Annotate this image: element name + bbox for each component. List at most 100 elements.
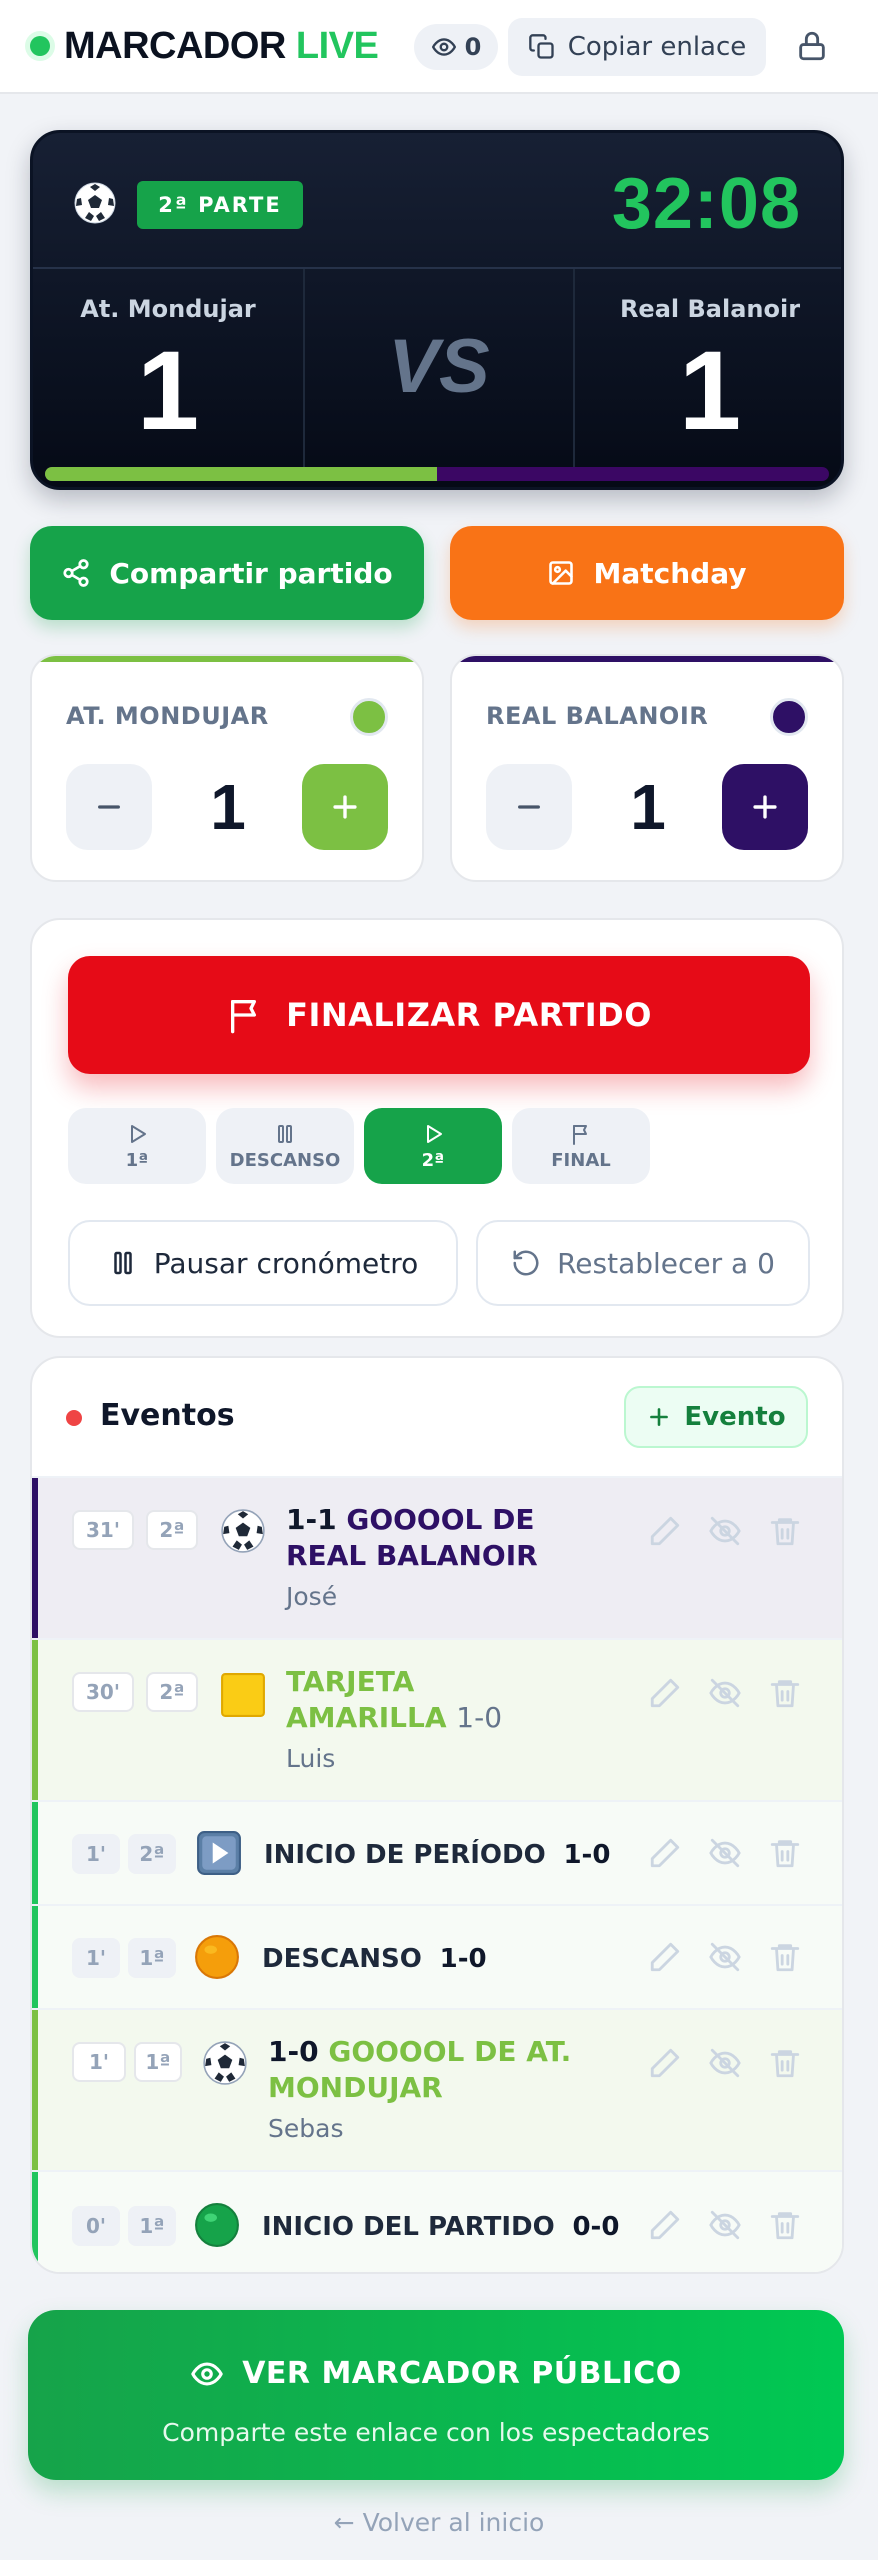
lock-button[interactable] bbox=[792, 26, 832, 66]
divider bbox=[33, 267, 841, 269]
end-match-label: FINALIZAR PARTIDO bbox=[286, 996, 652, 1034]
back-home-link[interactable]: ← Volver al inicio bbox=[0, 2508, 878, 2537]
share-icon bbox=[63, 559, 89, 587]
brand: MARCADOR LIVE bbox=[30, 22, 379, 70]
event-minute: 1' bbox=[72, 1834, 120, 1874]
hide-icon[interactable] bbox=[708, 1836, 742, 1870]
brand-accent: LIVE bbox=[295, 24, 379, 67]
trash-icon[interactable] bbox=[768, 2208, 802, 2242]
event-minute: 30' bbox=[72, 1672, 134, 1712]
end-match-button[interactable]: FINALIZAR PARTIDO bbox=[68, 956, 810, 1074]
reset-button[interactable]: Restablecer a 0 bbox=[476, 1220, 810, 1306]
event-period: 1ª bbox=[128, 1938, 176, 1978]
play-icon bbox=[427, 1124, 442, 1143]
event-row[interactable]: 0' 1ª INICIO DEL PARTIDO 0-0 bbox=[32, 2170, 842, 2272]
trash-icon[interactable] bbox=[768, 1676, 802, 1710]
event-score: 1-0 bbox=[456, 1701, 503, 1734]
home-increment-button[interactable] bbox=[302, 764, 388, 850]
event-description: TARJETA AMARILLA 1-0 bbox=[286, 1664, 546, 1736]
reset-icon bbox=[513, 1250, 539, 1276]
trash-icon[interactable] bbox=[768, 2046, 802, 2080]
match-progress-bar bbox=[45, 467, 829, 481]
away-decrement-button[interactable] bbox=[486, 764, 572, 850]
phase-label: 1ª bbox=[125, 1149, 149, 1171]
green-circle-icon bbox=[195, 2203, 239, 2247]
hide-icon[interactable] bbox=[708, 1676, 742, 1710]
event-description: INICIO DEL PARTIDO 0-0 bbox=[262, 2208, 619, 2245]
hide-icon[interactable] bbox=[708, 1514, 742, 1548]
away-goal-count: 1 bbox=[630, 771, 666, 843]
event-period: 2ª bbox=[146, 1672, 198, 1712]
home-decrement-button[interactable] bbox=[66, 764, 152, 850]
away-team-card: REAL BALANOIR 1 bbox=[450, 654, 844, 882]
hide-icon[interactable] bbox=[708, 2046, 742, 2080]
matchday-button[interactable]: Matchday bbox=[450, 526, 844, 620]
share-match-button[interactable]: Compartir partido bbox=[30, 526, 424, 620]
add-event-button[interactable]: Evento bbox=[624, 1386, 808, 1448]
event-period: 1ª bbox=[128, 2206, 176, 2246]
home-team-label: AT. MONDUJAR bbox=[66, 702, 269, 730]
event-row[interactable]: 1' 2ª INICIO DE PERÍODO 1-0 bbox=[32, 1800, 842, 1904]
public-scoreboard-title: VER MARCADOR PÚBLICO bbox=[28, 2356, 844, 2391]
hide-icon[interactable] bbox=[708, 2208, 742, 2242]
edit-icon[interactable] bbox=[648, 2046, 682, 2080]
event-minute: 31' bbox=[72, 1510, 134, 1550]
event-row[interactable]: 1' 1ª DESCANSO 1-0 bbox=[32, 1904, 842, 2008]
plus-icon bbox=[333, 795, 357, 819]
event-text: INICIO DEL PARTIDO bbox=[262, 2212, 555, 2242]
lock-icon bbox=[799, 31, 825, 61]
home-color-swatch[interactable] bbox=[350, 698, 388, 736]
edit-icon[interactable] bbox=[648, 1514, 682, 1548]
event-minute: 1' bbox=[72, 1938, 120, 1978]
event-text: INICIO DE PERÍODO bbox=[264, 1840, 546, 1870]
edit-icon[interactable] bbox=[648, 1676, 682, 1710]
event-score: 1-0 bbox=[439, 1944, 487, 1974]
play-button-icon bbox=[197, 1831, 241, 1875]
eye-icon bbox=[431, 38, 456, 56]
home-team-name: At. Mondujar bbox=[80, 295, 256, 323]
event-actions bbox=[648, 1514, 802, 1548]
event-actions bbox=[648, 1676, 802, 1710]
viewers-count: 0 bbox=[464, 33, 482, 61]
home-goal-count: 1 bbox=[210, 771, 246, 843]
yellow-card-icon bbox=[221, 1673, 265, 1717]
event-actions bbox=[648, 1940, 802, 1974]
brand-title: MARCADOR LIVE bbox=[64, 24, 379, 68]
away-increment-button[interactable] bbox=[722, 764, 808, 850]
edit-icon[interactable] bbox=[648, 2208, 682, 2242]
phase-second-half-button[interactable]: 2ª bbox=[364, 1108, 502, 1184]
brand-main: MARCADOR bbox=[64, 24, 286, 67]
event-row[interactable]: 30' 2ª TARJETA AMARILLA 1-0 Luis bbox=[32, 1638, 842, 1800]
trash-icon[interactable] bbox=[768, 1836, 802, 1870]
away-team-name: Real Balanoir bbox=[619, 295, 801, 323]
event-score: 1-1 bbox=[286, 1503, 337, 1536]
edit-icon[interactable] bbox=[648, 1836, 682, 1870]
public-scoreboard-label: VER MARCADOR PÚBLICO bbox=[242, 2356, 682, 2391]
event-row[interactable]: 1' 1ª 1-0 GOOOOL DE AT. MONDUJAR Sebas bbox=[32, 2008, 842, 2170]
copy-icon bbox=[528, 34, 554, 59]
phase-final-button[interactable]: FINAL bbox=[512, 1108, 650, 1184]
hide-icon[interactable] bbox=[708, 1940, 742, 1974]
pause-timer-button[interactable]: Pausar cronómetro bbox=[68, 1220, 458, 1306]
phase-halftime-button[interactable]: DESCANSO bbox=[216, 1108, 354, 1184]
trash-icon[interactable] bbox=[768, 1514, 802, 1548]
pause-icon bbox=[278, 1124, 292, 1143]
event-period: 2ª bbox=[146, 1510, 198, 1550]
flag-icon bbox=[573, 1124, 587, 1145]
pause-timer-label: Pausar cronómetro bbox=[153, 1246, 419, 1280]
event-team-bar bbox=[32, 1802, 38, 1904]
team-color-line bbox=[452, 656, 842, 662]
trash-icon[interactable] bbox=[768, 1940, 802, 1974]
away-color-swatch[interactable] bbox=[770, 698, 808, 736]
event-row[interactable]: 31' 2ª 1-1 GOOOOL DE REAL BALANOIR José bbox=[32, 1476, 842, 1638]
public-scoreboard-button[interactable]: VER MARCADOR PÚBLICO Comparte este enlac… bbox=[28, 2310, 844, 2480]
orange-circle-icon bbox=[195, 1935, 239, 1979]
home-team-card: AT. MONDUJAR 1 bbox=[30, 654, 424, 882]
public-scoreboard-subtitle: Comparte este enlace con los espectadore… bbox=[162, 2418, 710, 2447]
phase-label: DESCANSO bbox=[229, 1149, 341, 1171]
phase-first-half-button[interactable]: 1ª bbox=[68, 1108, 206, 1184]
event-description: DESCANSO 1-0 bbox=[262, 1940, 487, 1977]
event-player: Sebas bbox=[268, 2114, 344, 2143]
copy-link-button[interactable]: Copiar enlace bbox=[508, 18, 766, 76]
edit-icon[interactable] bbox=[648, 1940, 682, 1974]
